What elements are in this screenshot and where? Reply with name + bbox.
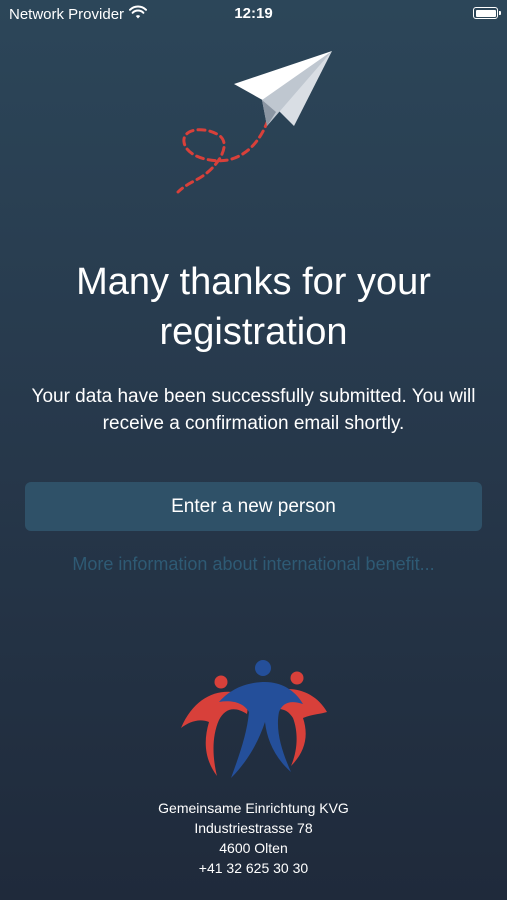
confirmation-message: Your data have been successfully submitt… [31, 386, 476, 434]
address-city: 4600 Olten [219, 840, 288, 856]
status-time: 12:19 [234, 5, 273, 22]
international-benefits-link[interactable]: More information about international ben… [0, 554, 507, 575]
page-title: Many thanks for your registration [76, 261, 431, 353]
organization-name: Gemeinsame Einrichtung KVG [158, 800, 349, 816]
address-street: Industriestrasse 78 [194, 820, 313, 836]
registration-success-screen: Network Provider 12:19 Many thanks for y… [0, 0, 507, 900]
kvg-logo-icon [181, 660, 327, 778]
battery-level [475, 9, 496, 17]
phone-number[interactable]: +41 32 625 30 30 [0, 858, 507, 878]
status-bar: Network Provider 12:19 [0, 0, 507, 28]
paper-plane-icon [176, 51, 332, 194]
enter-new-person-button[interactable]: Enter a new person [25, 482, 482, 531]
battery-icon [473, 7, 501, 19]
organization-address: Gemeinsame Einrichtung KVG Industriestra… [0, 798, 507, 878]
battery-cap [499, 11, 501, 15]
